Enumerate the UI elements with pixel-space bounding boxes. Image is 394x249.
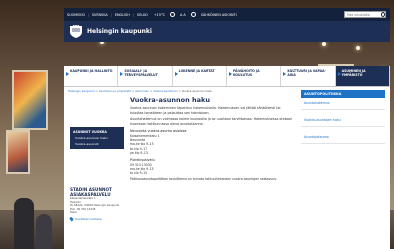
nav-label: PÄIVÄHOITO JA KOULUTUS: [232, 69, 260, 77]
map-pin-icon: [69, 216, 74, 222]
nav-item-liikenne[interactable]: LIIKENNE JA KARTAT: [173, 66, 227, 86]
nav-label: KAUPUNKI JA HALLINTO: [70, 69, 113, 73]
contact-line: pe klo 9–13: [130, 150, 148, 155]
chevron-right-icon: [174, 72, 178, 76]
painting: [6, 130, 30, 174]
nav-item-kaupunki[interactable]: KAUPUNKI JA HALLINTO: [64, 66, 119, 86]
main-article: Vuokra-asunnon haku Vuokra-asunnon hakem…: [130, 96, 294, 249]
chevron-right-icon: [228, 72, 232, 76]
contact-address-box: STADIN ASUNNOT ASIAKASPALVELU Kaisanieme…: [69, 187, 124, 222]
lang-link[interactable]: SUOMEKSI: [64, 13, 88, 17]
font-size-control[interactable]: A A: [177, 13, 189, 17]
nav-item-sosiaali[interactable]: SOSIAALI- JA TERVEYSPALVELUT: [118, 66, 173, 86]
right-sidebar-link[interactable]: Asuntohakemus: [301, 98, 385, 110]
page-title: Vuokra-asunnon haku: [130, 96, 210, 104]
nav-label: KULTTUURI JA VAPAA-AIKA: [287, 69, 326, 77]
left-navigation: ASUNNOT VUOKRA Vuokra-asunnon haku Vuokr…: [70, 127, 124, 149]
right-sidebar: ASUNTOPOLITIIKKA Asuntohakemus Vuokra-as…: [301, 90, 385, 144]
site-header: Helsingin kaupunki: [64, 21, 390, 42]
nav-item-paivahoito[interactable]: PÄIVÄHOITO JA KOULUTUS: [227, 66, 282, 86]
breadcrumb-current: Vuokra-asunnon haku: [181, 89, 213, 93]
site-title[interactable]: Helsingin kaupunki: [87, 28, 152, 35]
chevron-right-icon: [120, 72, 124, 76]
lock-icon: [190, 12, 196, 17]
search-icon[interactable]: [381, 12, 385, 17]
lang-link[interactable]: ENGLISH: [112, 13, 133, 17]
left-nav-section: ASUNNOT VUOKRA Vuokra-asunnon haku Vuokr…: [70, 127, 124, 149]
breadcrumb-item[interactable]: Asuminen ja ympäristö: [99, 89, 131, 93]
main-navigation: KAUPUNKI JA HALLINTO SOSIAALI- JA TERVEY…: [64, 66, 390, 87]
ceiling-light: [356, 46, 360, 50]
breadcrumb-item[interactable]: Asuminen: [135, 89, 149, 93]
right-sidebar-link[interactable]: Asuntojakauma: [301, 132, 385, 144]
nav-item-kulttuuri[interactable]: KULTTUURI JA VAPAA-AIKA: [281, 66, 336, 86]
article-paragraph: Asuntohakemus on voimassa kolme kuukautt…: [130, 117, 293, 126]
login-link[interactable]: SÄHKÖINEN ASIOINTI: [198, 13, 240, 17]
map-link[interactable]: Osoitteen kartalla: [69, 216, 124, 222]
nav-item-asuminen[interactable]: ASUMINEN JA YMPÄRISTÖ: [335, 66, 390, 86]
address-line: Faksi: [70, 210, 77, 215]
visitor-figure: [14, 198, 34, 249]
temperature: +15°C: [153, 12, 166, 17]
lang-link[interactable]: SELKO: [134, 13, 151, 17]
right-sidebar-link[interactable]: Vuokra-asuntojen haku: [301, 115, 385, 127]
painting: [12, 70, 48, 130]
phone-line: to klo 9–15: [130, 170, 148, 175]
lang-link[interactable]: SVENSKA: [89, 13, 111, 17]
visitor-figure: [36, 214, 52, 249]
article-paragraph: Vuokra-asunnon hakeminen tapahtuu hakemu…: [130, 106, 281, 115]
chevron-right-icon: [283, 72, 287, 76]
nav-label: SOSIAALI- JA TERVEYSPALVELUT: [124, 69, 158, 77]
chevron-right-icon: [66, 72, 69, 76]
search-input[interactable]: [345, 11, 381, 18]
breadcrumb-item[interactable]: Vuokra-asuminen: [153, 89, 177, 93]
ceiling-light: [322, 42, 326, 46]
map-link-label[interactable]: Osoitteen kartalla: [75, 217, 102, 221]
search-box[interactable]: [344, 11, 386, 18]
right-sidebar-header: ASUNTOPOLITIIKKA: [301, 90, 385, 98]
breadcrumb-item[interactable]: Helsingin kaupunki: [68, 89, 95, 93]
page: SUOMEKSI | SVENSKA | ENGLISH | SELKO +15°C …: [0, 0, 394, 249]
helsinki-crest-icon[interactable]: [69, 25, 83, 38]
utility-bar: SUOMEKSI | SVENSKA | ENGLISH | SELKO +15°C …: [64, 8, 390, 21]
chevron-right-icon: [337, 72, 341, 76]
content-area: Helsingin kaupunki > Asuminen ja ympäris…: [64, 87, 390, 249]
weather-icon: [170, 12, 176, 17]
nav-label: ASUMINEN JA YMPÄRISTÖ: [341, 69, 366, 77]
left-nav-item[interactable]: Vuokra-asunnot: [73, 141, 121, 147]
nav-label: LIIKENNE JA KARTAT: [178, 69, 215, 73]
article-footer-text: Palkkausasuntopolitiikan tavoitteena on …: [130, 177, 277, 182]
